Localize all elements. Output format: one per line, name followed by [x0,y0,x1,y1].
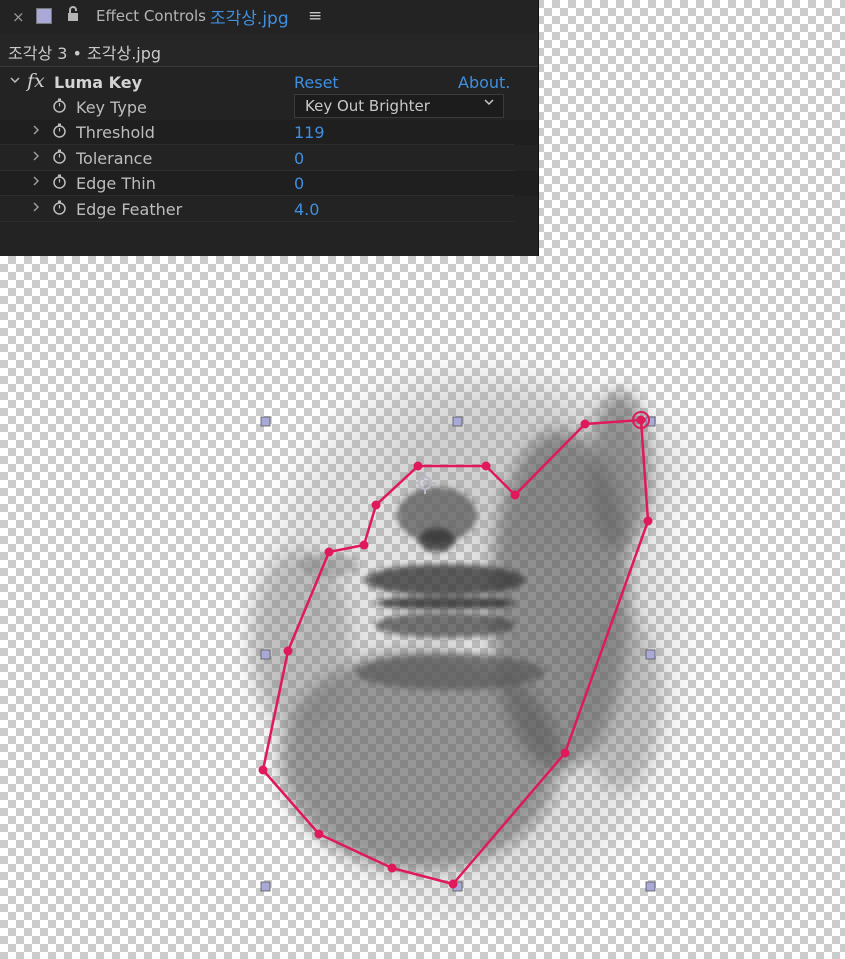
mask-vertex[interactable] [324,547,334,557]
mask-vertex[interactable] [359,540,369,550]
mask-vertex[interactable] [258,765,268,775]
stopwatch-icon[interactable] [52,200,67,215]
chevron-down-icon [483,96,495,112]
layer-breadcrumb: 조각상 3 • 조각상.jpg [0,34,538,67]
mask-vertex[interactable] [481,461,491,471]
param-row-threshold: Threshold 119 [0,120,538,145]
color-label-icon[interactable] [36,8,52,24]
chevron-right-icon[interactable] [32,201,40,216]
param-name: Tolerance [76,149,153,168]
lock-icon[interactable] [67,6,79,26]
effect-name: Luma Key [54,73,143,92]
effect-controls-panel: × Effect Controls 조각상.jpg ≡ 조각상 3 • 조각상.… [0,0,539,256]
param-name: Edge Thin [76,174,156,193]
mask-vertex[interactable] [314,829,324,839]
effect-header-luma-key[interactable]: fx Luma Key Reset About. [0,70,538,96]
panel-tab-bar: × Effect Controls 조각상.jpg ≡ [0,0,538,34]
mask-vertex[interactable] [448,879,458,889]
mask-vertex[interactable] [371,500,381,510]
layer-breadcrumb-label: 조각상 3 • 조각상.jpg [8,44,162,63]
close-icon[interactable]: × [12,8,25,26]
transform-handle[interactable] [260,416,271,427]
row-divider [0,221,514,222]
mask-vertex[interactable] [643,516,653,526]
edge-thin-value[interactable]: 0 [294,174,304,193]
mask-vertex[interactable] [636,415,646,425]
transform-handle[interactable] [452,416,463,427]
stopwatch-icon[interactable] [52,174,67,189]
mask-vertex[interactable] [283,646,293,656]
row-divider [0,195,514,196]
edge-feather-value[interactable]: 4.0 [294,200,319,219]
key-type-dropdown[interactable]: Key Out Brighter [294,94,504,118]
mask-vertex[interactable] [413,461,423,471]
composition-viewer[interactable] [0,256,845,959]
stopwatch-icon[interactable] [52,149,67,164]
param-name: Key Type [76,98,147,117]
tolerance-value[interactable]: 0 [294,149,304,168]
about-button[interactable]: About. [458,73,510,92]
transform-handle[interactable] [645,649,656,660]
panel-menu-icon[interactable]: ≡ [308,6,322,26]
row-divider [0,144,514,145]
threshold-value[interactable]: 119 [294,123,325,142]
param-row-tolerance: Tolerance 0 [0,146,538,171]
transform-handle[interactable] [645,881,656,892]
chevron-right-icon[interactable] [32,175,40,190]
key-type-value: Key Out Brighter [305,97,430,115]
param-row-edge-feather: Edge Feather 4.0 [0,197,538,222]
mask-vertex[interactable] [510,490,520,500]
mask-vertex[interactable] [560,748,570,758]
mask-vertex[interactable] [580,419,590,429]
panel-tab-label[interactable]: Effect Controls [96,7,206,25]
transform-handle[interactable] [260,881,271,892]
fx-icon[interactable]: fx [27,70,45,92]
mask-vertex[interactable] [387,863,397,873]
param-name: Threshold [76,123,155,142]
panel-tab-file[interactable]: 조각상.jpg [210,4,289,29]
stopwatch-icon[interactable] [52,98,67,113]
chevron-down-icon[interactable] [10,74,20,88]
chevron-right-icon[interactable] [32,124,40,139]
stopwatch-icon[interactable] [52,123,67,138]
transform-handle[interactable] [260,649,271,660]
chevron-right-icon[interactable] [32,150,40,165]
param-name: Edge Feather [76,200,183,219]
param-row-edge-thin: Edge Thin 0 [0,171,538,196]
reset-button[interactable]: Reset [294,73,339,92]
